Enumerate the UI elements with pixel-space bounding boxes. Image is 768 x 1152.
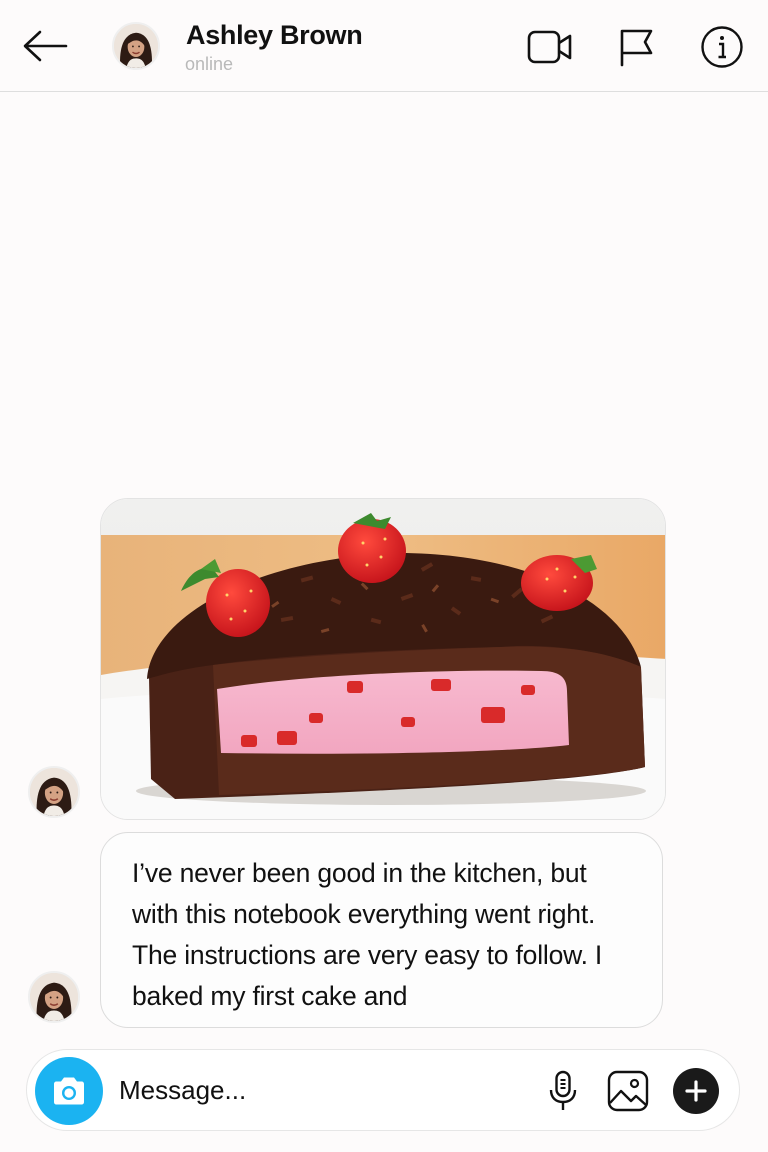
sender-avatar[interactable] — [28, 766, 80, 818]
flag-icon — [620, 29, 653, 67]
video-call-button[interactable] — [526, 24, 574, 70]
contact-name[interactable]: Ashley Brown — [186, 20, 363, 51]
chat-header: Ashley Brown online — [0, 0, 768, 92]
image-icon — [607, 1070, 649, 1112]
gallery-button[interactable] — [605, 1068, 651, 1114]
back-button[interactable] — [20, 24, 70, 68]
image-message[interactable] — [100, 498, 666, 820]
report-button[interactable] — [612, 24, 660, 70]
plus-icon — [685, 1080, 707, 1102]
text-message[interactable]: I’ve never been good in the kitchen, but… — [100, 832, 663, 1028]
contact-avatar[interactable] — [112, 22, 160, 70]
camera-icon — [54, 1077, 84, 1105]
more-button[interactable] — [673, 1068, 719, 1114]
video-camera-icon — [527, 30, 572, 64]
message-input[interactable] — [119, 1068, 509, 1112]
info-button[interactable] — [698, 24, 746, 70]
sender-avatar[interactable] — [28, 971, 80, 1023]
camera-button[interactable] — [35, 1057, 103, 1125]
cake-photo — [101, 499, 665, 819]
microphone-button[interactable] — [543, 1068, 583, 1114]
microphone-icon — [549, 1070, 577, 1110]
contact-status: online — [185, 54, 234, 74]
arrow-left-icon — [23, 30, 68, 62]
info-icon — [701, 26, 743, 68]
message-composer — [26, 1049, 740, 1131]
message-text: I’ve never been good in the kitchen, but… — [132, 858, 603, 1011]
